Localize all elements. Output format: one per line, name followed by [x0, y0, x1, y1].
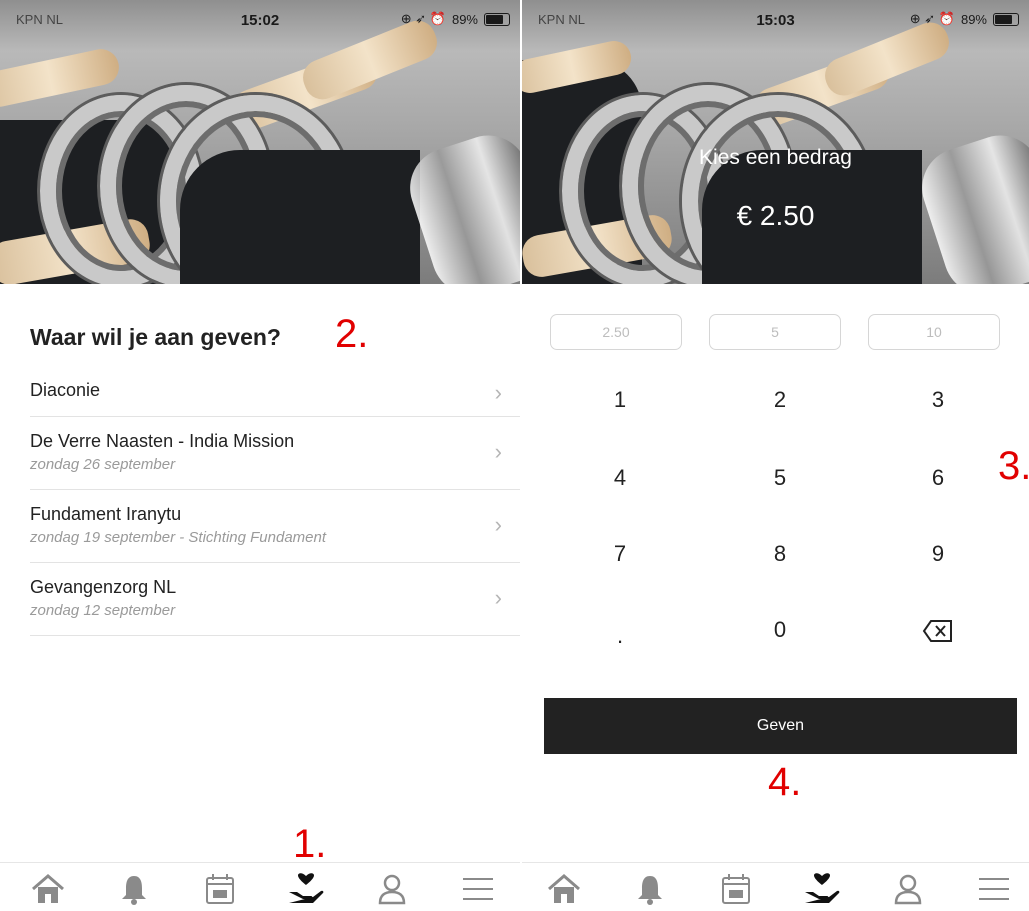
chevron-right-icon: ›: [494, 380, 502, 405]
tab-notifications[interactable]: [630, 871, 670, 907]
tab-give[interactable]: [802, 871, 842, 907]
battery-percent: 89%: [960, 11, 987, 27]
tab-calendar[interactable]: [716, 871, 756, 907]
amount-prompt: Kies een bedrag: [699, 146, 852, 169]
backspace-key[interactable]: [893, 600, 983, 660]
key-9[interactable]: 9: [893, 524, 983, 584]
key-decimal[interactable]: .: [575, 606, 665, 666]
tab-profile[interactable]: [372, 871, 412, 907]
list-item-subtitle: zondag 19 september - Stichting Fundamen…: [30, 529, 327, 546]
key-5[interactable]: 5: [735, 448, 825, 508]
tab-profile[interactable]: [888, 871, 928, 907]
key-8[interactable]: 8: [735, 524, 825, 584]
key-4[interactable]: 4: [575, 448, 665, 508]
tab-calendar[interactable]: [200, 871, 240, 907]
backspace-icon: [922, 620, 952, 643]
left-screen: KPN NL 15:02 ⊕ ➶ ⏰ 89% Waar wil je aan g…: [0, 0, 520, 911]
right-screen: KPN NL 15:03 ⊕ ➶ ⏰ 89% Kies een bedrag €…: [522, 0, 1029, 911]
list-item-title: Diaconie: [30, 380, 101, 400]
give-button[interactable]: Geven: [544, 698, 1017, 754]
calendar-icon: [722, 874, 750, 904]
preset-button[interactable]: 5: [709, 314, 841, 350]
preset-amounts: 2.50 5 10: [550, 314, 1002, 350]
tab-bar: [0, 862, 520, 911]
annotation-3: 3.: [998, 444, 1029, 488]
list-item-title: De Verre Naasten - India Mission: [30, 431, 295, 451]
preset-button[interactable]: 2.50: [550, 314, 682, 350]
location-icon: ⊕ ➶ ⏰: [400, 11, 446, 26]
key-1[interactable]: 1: [575, 370, 665, 430]
tab-notifications[interactable]: [114, 871, 154, 907]
fund-list: Diaconie › De Verre Naasten - India Miss…: [30, 368, 520, 636]
key-7[interactable]: 7: [575, 524, 665, 584]
calendar-icon: [206, 874, 234, 904]
key-6[interactable]: 6: [893, 448, 983, 508]
chevron-right-icon: ›: [494, 585, 502, 610]
tab-home[interactable]: [28, 871, 68, 907]
menu-icon: [463, 878, 493, 900]
bell-icon: [638, 876, 662, 905]
list-item[interactable]: Diaconie ›: [30, 368, 520, 417]
battery-icon: [484, 12, 510, 26]
tab-give[interactable]: [286, 871, 326, 907]
hero-image: KPN NL 15:02 ⊕ ➶ ⏰ 89%: [0, 0, 520, 284]
key-2[interactable]: 2: [735, 370, 825, 430]
list-item[interactable]: Fundament Iranytu zondag 19 september - …: [30, 490, 520, 563]
location-icon: ⊕ ➶ ⏰: [909, 11, 955, 26]
page-title: Waar wil je aan geven?: [30, 324, 281, 350]
home-icon: [548, 874, 580, 903]
tab-home[interactable]: [544, 871, 584, 907]
menu-icon: [979, 878, 1009, 900]
profile-icon: [378, 874, 406, 905]
list-item[interactable]: Gevangenzorg NL zondag 12 september ›: [30, 563, 520, 636]
status-bar: KPN NL 15:02 ⊕ ➶ ⏰ 89%: [0, 0, 520, 40]
tab-menu[interactable]: [458, 871, 498, 907]
key-3[interactable]: 3: [893, 370, 983, 430]
amount-display: € 2.50: [736, 200, 815, 231]
chevron-right-icon: ›: [494, 512, 502, 537]
annotation-2: 2.: [335, 312, 369, 356]
list-item-title: Gevangenzorg NL: [30, 577, 177, 597]
home-icon: [32, 874, 64, 903]
tab-bar: [522, 862, 1029, 911]
give-hand-heart-icon: [289, 873, 324, 903]
hero-image: KPN NL 15:03 ⊕ ➶ ⏰ 89% Kies een bedrag €…: [522, 0, 1029, 284]
tab-menu[interactable]: [974, 871, 1014, 907]
preset-button[interactable]: 10: [868, 314, 1000, 350]
annotation-4: 4.: [768, 760, 802, 804]
chevron-right-icon: ›: [494, 439, 502, 464]
list-item-subtitle: zondag 12 september: [30, 602, 176, 619]
battery-icon: [993, 12, 1019, 26]
list-item[interactable]: De Verre Naasten - India Mission zondag …: [30, 417, 520, 490]
list-item-subtitle: zondag 26 september: [30, 456, 176, 473]
bell-icon: [122, 876, 146, 905]
key-0[interactable]: 0: [735, 600, 825, 660]
annotation-1: 1.: [293, 822, 327, 866]
battery-percent: 89%: [451, 11, 478, 27]
list-item-title: Fundament Iranytu: [30, 504, 182, 524]
give-hand-heart-icon: [805, 873, 840, 903]
profile-icon: [894, 874, 922, 905]
status-bar: KPN NL 15:03 ⊕ ➶ ⏰ 89%: [522, 0, 1029, 40]
